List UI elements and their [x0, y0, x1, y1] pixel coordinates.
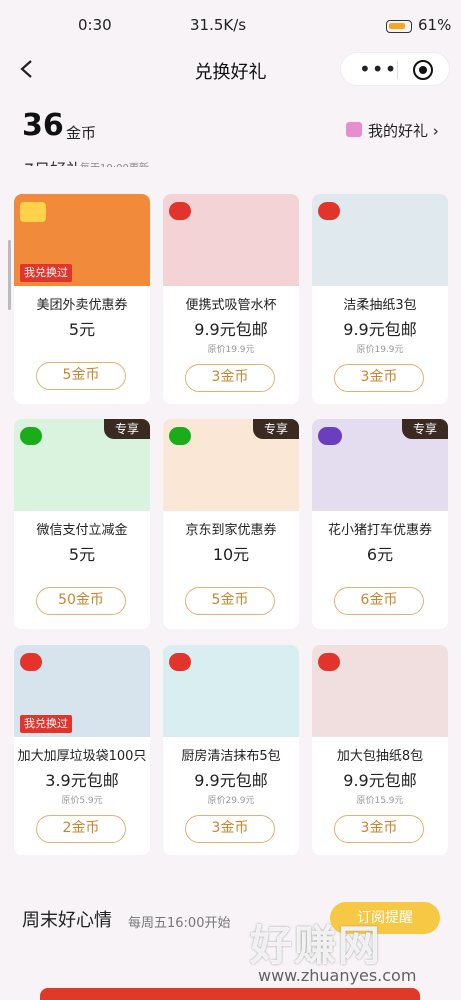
brand-logo-icon: [318, 202, 340, 220]
product-price: 9.9元包邮: [343, 320, 417, 339]
redeem-button[interactable]: 5金币: [185, 587, 275, 615]
coin-balance: 36: [22, 108, 64, 143]
product-name: 京东到家优惠券: [185, 523, 277, 538]
product-name: 洁柔抽纸3包: [343, 298, 417, 313]
gift-card[interactable]: 加大包抽纸8包 9.9元包邮原价15.9元 3金币: [312, 645, 448, 855]
product-name: 微信支付立减金: [36, 523, 128, 538]
exclusive-badge: 专享: [104, 419, 150, 439]
gift-card[interactable]: 专享京东到家优惠券 10元 5金币: [163, 419, 299, 629]
product-name: 花小猪打车优惠券: [327, 523, 432, 538]
gift-card[interactable]: 厨房清洁抹布5包 9.9元包邮原价29.9元 3金币: [163, 645, 299, 855]
my-gifts-link[interactable]: 我的好礼 ›: [346, 120, 439, 141]
redeem-button[interactable]: 50金币: [36, 587, 126, 615]
product-name: 美团外卖优惠券: [36, 298, 128, 313]
watermark: 好赚网: [250, 921, 383, 970]
brand-logo-icon: [169, 202, 191, 220]
gift-card[interactable]: 专享微信支付立减金 5元 50金币: [14, 419, 150, 629]
status-bar: 0:30 31.5K/s 61%: [0, 0, 461, 48]
product-price: 9.9元包邮: [194, 771, 268, 790]
original-price: 原价19.9元: [207, 345, 255, 355]
exclusive-badge: 专享: [253, 419, 299, 439]
redeemed-badge: 我兑换过: [20, 715, 72, 733]
product-name: 加大包抽纸8包: [336, 749, 424, 764]
brand-logo-icon: [169, 427, 191, 445]
battery-icon: [386, 20, 412, 33]
redeem-button[interactable]: 3金币: [334, 364, 424, 392]
product-price: 3.9元包邮: [45, 771, 119, 790]
bottom-banner[interactable]: [40, 988, 420, 1000]
redeem-button[interactable]: 6金币: [334, 587, 424, 615]
weekend-subtitle: 每周五16:00开始: [128, 916, 231, 931]
product-name: 便携式吸管水杯: [185, 298, 277, 313]
exclusive-badge: 专享: [402, 419, 448, 439]
section-title-peek: 7日好礼: [24, 156, 82, 166]
coin-unit: 金币: [66, 124, 97, 142]
redeem-button[interactable]: 3金币: [185, 364, 275, 392]
redeem-button[interactable]: 5金币: [36, 362, 126, 390]
brand-logo-icon: [318, 427, 342, 445]
nav-bar: 兑换好礼 •••: [0, 48, 461, 92]
section-subtitle-peek: 每天10:00更新: [80, 159, 149, 167]
gift-card[interactable]: 我兑换过加大加厚垃圾袋100只 3.9元包邮原价5.9元 2金币: [14, 645, 150, 855]
product-name: 厨房清洁抹布5包: [181, 749, 281, 764]
brand-logo-icon: [20, 427, 42, 445]
product-price: 5元: [68, 545, 96, 564]
product-price: 5元: [68, 320, 96, 339]
product-price: 10元: [212, 545, 250, 564]
weekend-title: 周末好心情: [22, 910, 112, 931]
scrollbar[interactable]: [8, 240, 11, 310]
brand-logo-icon: [169, 653, 191, 671]
product-name: 加大加厚垃圾袋100只: [17, 749, 147, 764]
brand-logo-icon: [20, 653, 42, 671]
clock: 0:30: [78, 16, 112, 34]
redeem-button[interactable]: 2金币: [36, 815, 126, 843]
redeem-button[interactable]: 3金币: [185, 815, 275, 843]
close-miniapp-icon[interactable]: [413, 60, 433, 80]
original-price: 原价29.9元: [207, 796, 255, 806]
brand-logo-icon: [318, 653, 340, 671]
redeem-button[interactable]: 3金币: [334, 815, 424, 843]
battery-level: 61%: [418, 16, 452, 34]
gift-card[interactable]: 便携式吸管水杯 9.9元包邮原价19.9元 3金币: [163, 194, 299, 404]
gift-card[interactable]: 洁柔抽纸3包 9.9元包邮原价19.9元 3金币: [312, 194, 448, 404]
original-price: 原价5.9元: [61, 796, 103, 806]
product-price: 9.9元包邮: [343, 771, 417, 790]
weekend-section: 周末好心情 每周五16:00开始 订阅提醒: [0, 886, 461, 956]
product-price: 9.9元包邮: [194, 320, 268, 339]
miniapp-capsule: •••: [340, 52, 450, 86]
redeemed-badge: 我兑换过: [20, 264, 72, 282]
more-icon[interactable]: •••: [359, 57, 397, 81]
watermark-url: www.zhuanyes.com: [258, 966, 417, 985]
brand-logo-icon: [20, 202, 46, 222]
original-price: 原价19.9元: [356, 345, 404, 355]
product-price: 6元: [366, 545, 394, 564]
network-speed: 31.5K/s: [190, 16, 247, 34]
gift-card[interactable]: 我兑换过美团外卖优惠券 5元 5金币: [14, 194, 150, 404]
my-gifts-label: 我的好礼: [368, 122, 429, 140]
original-price: 原价15.9元: [356, 796, 404, 806]
capsule-divider: [397, 61, 398, 79]
coin-bar: 36 金币 我的好礼 ›: [0, 100, 461, 156]
gift-card[interactable]: 专享花小猪打车优惠券 6元 6金币: [312, 419, 448, 629]
